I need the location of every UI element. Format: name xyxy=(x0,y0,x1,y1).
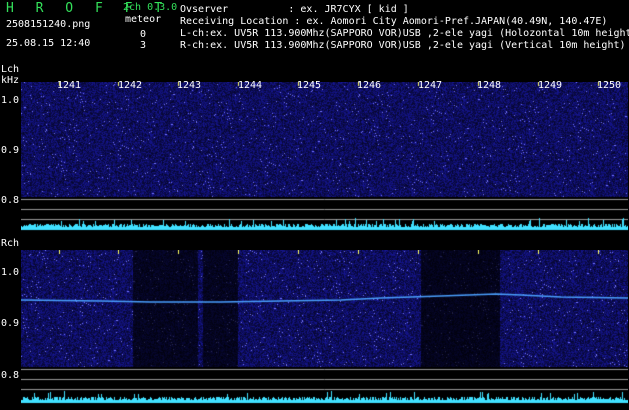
lch-ytick-0-9: 0.9 xyxy=(1,145,20,156)
rch-channel-label: Rch xyxy=(1,238,20,249)
lch-ytick-0-8: 0.8 xyxy=(1,195,20,206)
time-tick-1247: 1247 xyxy=(418,80,443,91)
time-tick-1245: 1245 xyxy=(297,80,322,91)
time-tick-1250: 1250 xyxy=(597,80,622,91)
filename-label: 2508151240.png xyxy=(6,19,91,30)
rch-ytick-1-0: 1.0 xyxy=(1,267,20,278)
lch-spectrogram xyxy=(21,82,628,231)
time-tick-1243: 1243 xyxy=(177,80,202,91)
rch-meteor-count: 3 xyxy=(140,40,147,51)
time-tick-1246: 1246 xyxy=(357,80,382,91)
lch-receiver-info: L-ch:ex. UV5R 113.900Mhz(SAPPORO VOR)USB… xyxy=(180,28,629,39)
rch-receiver-info: R-ch:ex. UV5R 113.900Mhz(SAPPORO VOR)USB… xyxy=(180,40,626,51)
time-tick-1244: 1244 xyxy=(238,80,263,91)
location-info: Receiving Location : ex. Aomori City Aom… xyxy=(180,16,608,27)
meteor-count-label: meteor xyxy=(125,14,162,25)
khz-unit-label: kHz xyxy=(1,75,20,86)
version-label: 2ch 0.3.0 xyxy=(123,2,178,13)
time-tick-1249: 1249 xyxy=(538,80,563,91)
lch-meteor-count: 0 xyxy=(140,29,147,40)
rch-ytick-0-9: 0.9 xyxy=(1,318,20,329)
time-tick-1248: 1248 xyxy=(477,80,502,91)
rch-ytick-0-8: 0.8 xyxy=(1,370,20,381)
time-tick-1242: 1242 xyxy=(118,80,143,91)
rch-spectrogram xyxy=(21,250,628,410)
time-tick-1241: 1241 xyxy=(57,80,82,91)
lch-ytick-1-0: 1.0 xyxy=(1,95,20,106)
lch-channel-label: Lch xyxy=(1,64,20,75)
datetime-label: 25.08.15 12:40 xyxy=(6,38,91,49)
observer-info: Ovserver : ex. JR7CYX [ kid ] xyxy=(180,4,409,15)
